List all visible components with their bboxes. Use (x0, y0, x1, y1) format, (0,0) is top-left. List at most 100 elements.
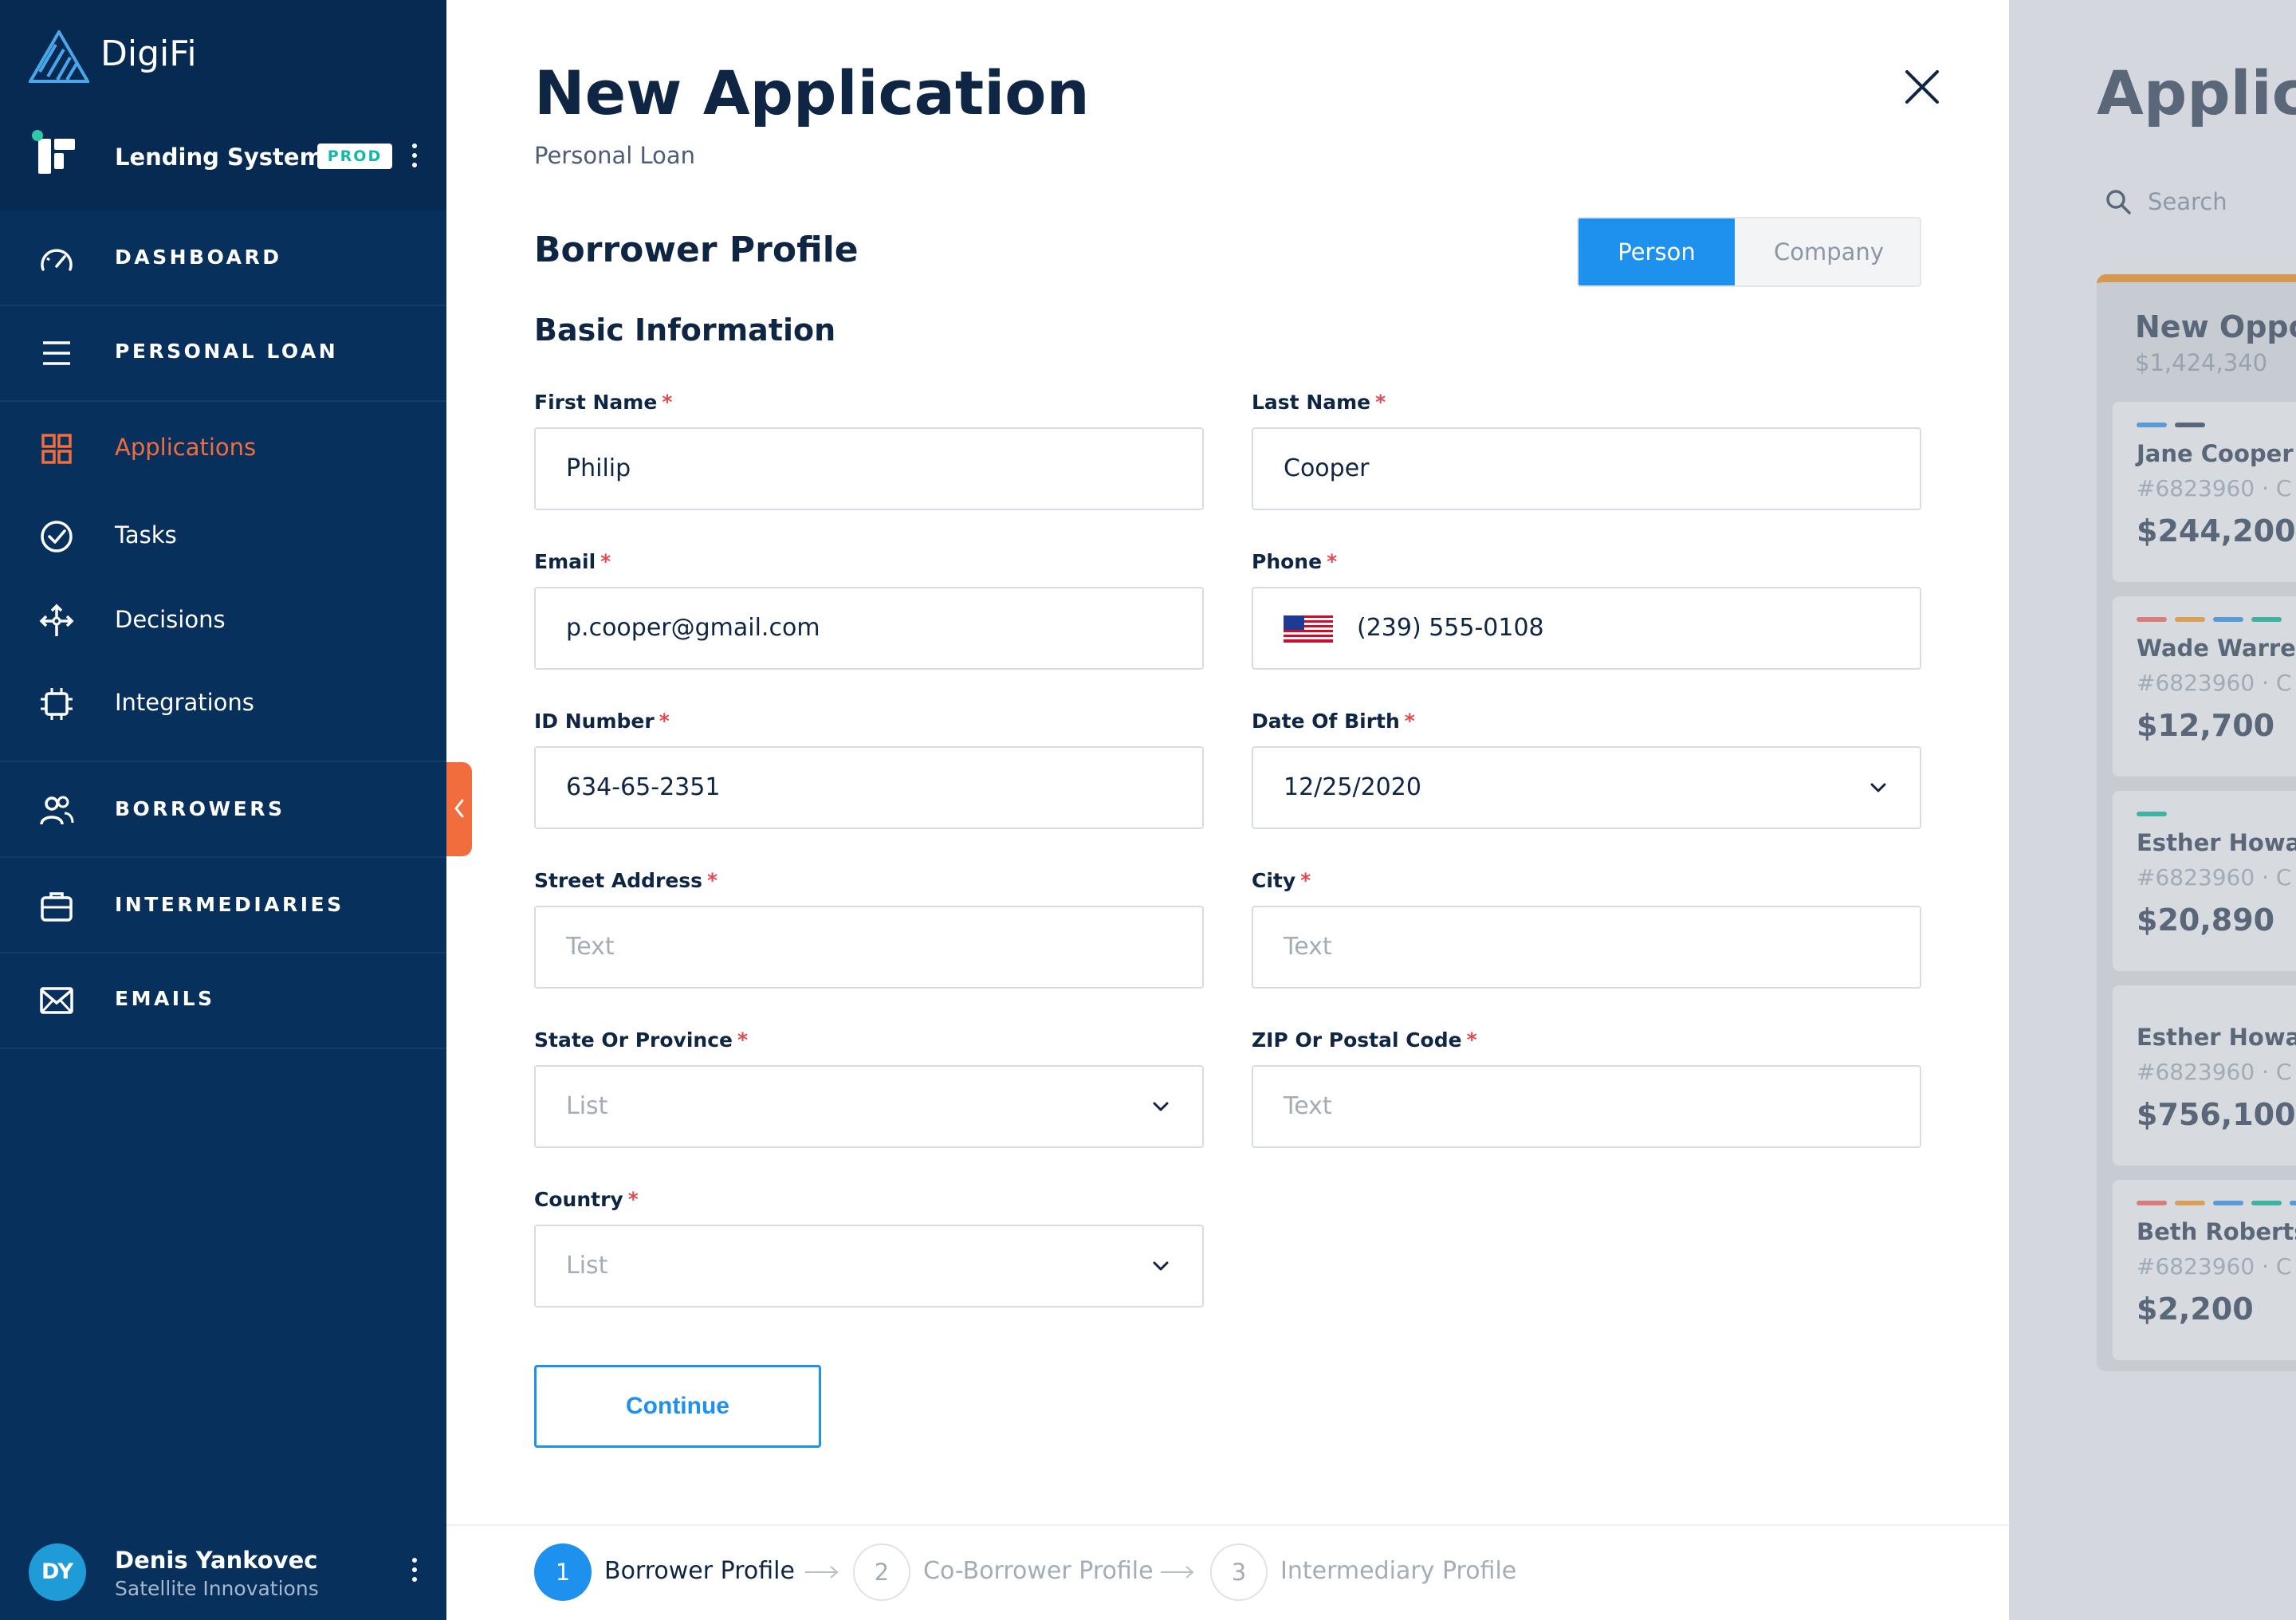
id-number-label: ID Number * (534, 710, 670, 733)
nav-item-integrations[interactable]: Integrations (0, 662, 446, 745)
chevron-left-icon (454, 799, 464, 818)
street-address-input[interactable]: Text (534, 906, 1204, 989)
chip-icon (41, 688, 73, 720)
nav-label-dashboard: DASHBOARD (115, 246, 282, 269)
sidebar-collapse-button[interactable] (446, 762, 472, 856)
city-placeholder: Text (1284, 933, 1332, 961)
dob-label: Date Of Birth * (1252, 710, 1415, 733)
system-menu-button[interactable] (410, 144, 419, 175)
nav-item-emails[interactable]: EMAILS (0, 954, 446, 1048)
nav-label-personal-loan: PERSONAL LOAN (115, 340, 339, 363)
card-name: Esther Howar (2137, 829, 2296, 856)
digifi-logo-icon (29, 30, 89, 83)
application-card[interactable]: Esther Howar #6823960 · C $20,890 (2113, 791, 2296, 971)
card-id: #6823960 · C (2137, 1253, 2292, 1280)
dashboard-gauge-icon (41, 249, 73, 271)
application-card[interactable]: Esther Howar #6823960 · C $756,100 (2113, 985, 2296, 1166)
pipeline-column: New Oppo $1,424,340 Jane Cooper #6823960 … (2097, 274, 2296, 1371)
nav-label-intermediaries: INTERMEDIARIES (115, 893, 344, 916)
nav-item-decisions[interactable]: Decisions (0, 579, 446, 662)
sidebar-header: DigiFi Lending System PROD (0, 0, 446, 210)
city-input[interactable]: Text (1252, 906, 1921, 989)
brand-name: DigiFi (100, 33, 197, 74)
users-icon (40, 796, 74, 825)
nav-item-dashboard[interactable]: DASHBOARD (0, 210, 446, 306)
section-title: Borrower Profile (534, 230, 859, 270)
country-placeholder: List (566, 1252, 608, 1280)
card-tag-bars (2137, 1201, 2296, 1205)
search-icon (2106, 190, 2131, 214)
toggle-person[interactable]: Person (1578, 218, 1735, 285)
sidebar: DigiFi Lending System PROD DASHBOARD PER… (0, 0, 446, 1620)
continue-button[interactable]: Continue (534, 1365, 821, 1448)
nav-item-borrowers[interactable]: BORROWERS (0, 762, 446, 856)
zip-placeholder: Text (1284, 1092, 1332, 1120)
email-value: p.cooper@gmail.com (566, 614, 820, 642)
pipeline-column-total: $1,424,340 (2135, 349, 2268, 376)
card-name: Jane Cooper (2137, 440, 2294, 467)
menu-lines-icon (43, 341, 70, 365)
card-amount: $20,890 (2137, 902, 2275, 938)
state-select[interactable]: List (534, 1065, 1204, 1148)
close-icon[interactable] (1902, 67, 1942, 107)
us-flag-icon[interactable] (1284, 615, 1333, 643)
nav-label-applications: Applications (115, 434, 257, 461)
last-name-input[interactable]: Cooper (1252, 427, 1921, 510)
nav-label-borrowers: BORROWERS (115, 797, 285, 820)
step-2-label[interactable]: Co-Borrower Profile (923, 1557, 1154, 1585)
step-3-indicator[interactable]: 3 (1210, 1543, 1268, 1601)
application-card[interactable]: Wade Warren #6823960 · C $12,700 (2113, 596, 2296, 777)
nav-item-applications[interactable]: Applications (0, 407, 446, 490)
pipeline-column-title: New Oppo (2135, 309, 2296, 344)
nav-label-integrations: Integrations (115, 689, 254, 716)
card-amount: $12,700 (2137, 708, 2275, 743)
country-select[interactable]: List (534, 1225, 1204, 1307)
card-name: Beth Roberts (2137, 1218, 2296, 1245)
envelope-icon (40, 987, 73, 1014)
step-1-indicator[interactable]: 1 (534, 1543, 592, 1601)
first-name-input[interactable]: Philip (534, 427, 1204, 510)
nav-label-tasks: Tasks (115, 521, 177, 549)
user-avatar[interactable]: DY (29, 1543, 86, 1601)
application-card[interactable]: Jane Cooper #6823960 · C $244,200 (2113, 402, 2296, 582)
id-number-value: 634-65-2351 (566, 773, 721, 801)
nav-label-emails: EMAILS (115, 987, 215, 1010)
date-of-birth-picker[interactable]: 12/25/2020 (1252, 746, 1921, 829)
id-number-input[interactable]: 634-65-2351 (534, 746, 1204, 829)
toggle-company[interactable]: Company (1735, 218, 1920, 285)
phone-input[interactable]: (239) 555-0108 (1252, 587, 1921, 670)
nav-divider (0, 1048, 446, 1049)
arrow-right-icon (805, 1566, 839, 1579)
nav-item-intermediaries[interactable]: INTERMEDIARIES (0, 858, 446, 952)
nav-item-personal-loan[interactable]: PERSONAL LOAN (0, 306, 446, 400)
borrower-type-toggle: Person Company (1577, 217, 1921, 287)
background-search-input[interactable]: Search (2148, 188, 2227, 215)
step-1-label[interactable]: Borrower Profile (604, 1557, 795, 1585)
step-3-label[interactable]: Intermediary Profile (1280, 1557, 1516, 1585)
background-page-overlay[interactable]: Applica Search New Oppo $1,424,340 Jane … (2009, 0, 2296, 1620)
email-input[interactable]: p.cooper@gmail.com (534, 587, 1204, 670)
system-name[interactable]: Lending System (115, 144, 324, 171)
briefcase-icon (41, 892, 73, 922)
user-menu-button[interactable] (410, 1558, 419, 1590)
chevron-down-icon (1153, 1261, 1169, 1271)
nav-label-decisions: Decisions (115, 606, 226, 633)
application-card[interactable]: Beth Roberts #6823960 · C $2,200 (2113, 1180, 2296, 1360)
arrow-right-icon (1161, 1566, 1194, 1579)
phone-value: (239) 555-0108 (1357, 614, 1544, 642)
card-name: Esther Howar (2137, 1024, 2296, 1051)
city-label: City * (1252, 869, 1311, 892)
decision-arrows-icon (39, 604, 74, 636)
nav-item-tasks[interactable]: Tasks (0, 496, 446, 579)
card-id: #6823960 · C (2137, 670, 2292, 696)
zip-label: ZIP Or Postal Code * (1252, 1028, 1477, 1052)
card-id: #6823960 · C (2137, 864, 2292, 891)
phone-label: Phone * (1252, 550, 1338, 573)
card-id: #6823960 · C (2137, 1059, 2292, 1085)
system-status-dot (32, 130, 43, 141)
card-amount: $2,200 (2137, 1292, 2254, 1327)
zip-input[interactable]: Text (1252, 1065, 1921, 1148)
dob-value: 12/25/2020 (1284, 773, 1421, 801)
step-2-indicator[interactable]: 2 (853, 1543, 910, 1601)
last-name-label: Last Name * (1252, 391, 1386, 414)
